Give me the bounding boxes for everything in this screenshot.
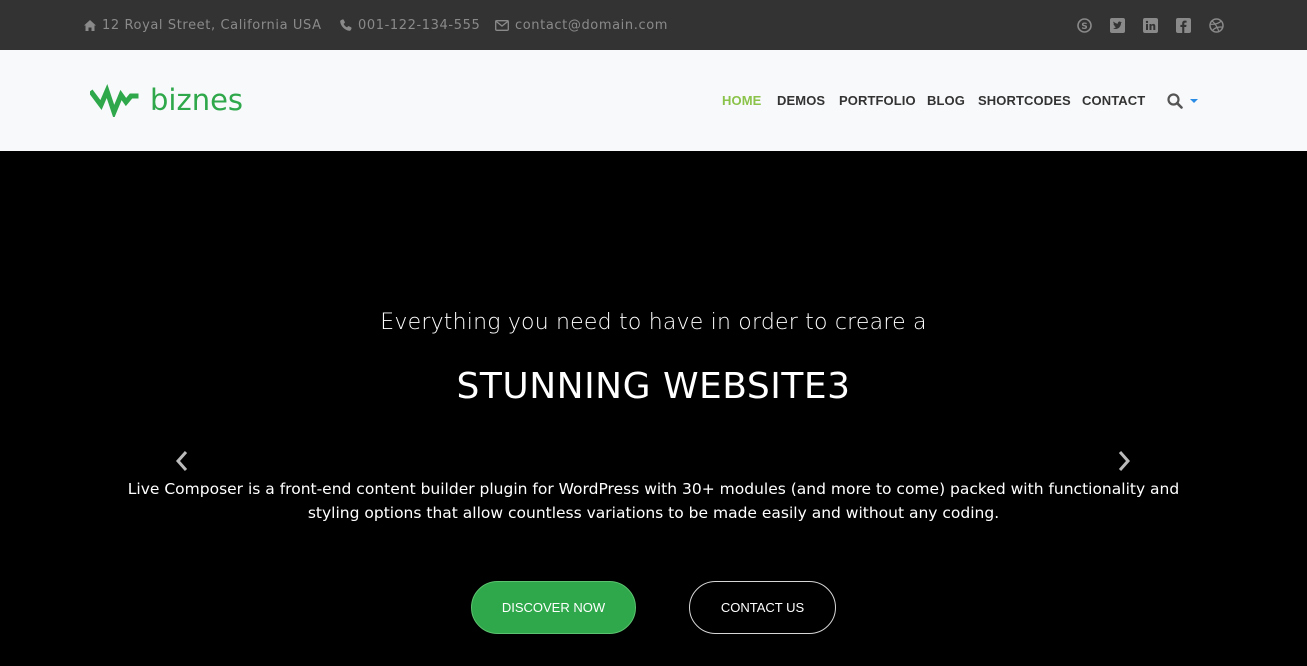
- phone-icon: [340, 19, 352, 31]
- dribbble-icon[interactable]: [1208, 17, 1224, 33]
- nav-demos[interactable]: DEMOS: [777, 50, 825, 151]
- site-logo[interactable]: biznes: [90, 80, 243, 120]
- hero-description: Live Composer is a front-end content bui…: [127, 480, 1180, 522]
- search-icon: [1167, 93, 1183, 109]
- chevron-left-icon: [175, 451, 188, 471]
- address-info: 12 Royal Street, California USA: [84, 0, 322, 50]
- facebook-icon[interactable]: [1175, 17, 1191, 33]
- twitter-icon[interactable]: [1109, 17, 1125, 33]
- email-info[interactable]: contact@domain.com: [495, 0, 668, 50]
- linkedin-icon[interactable]: [1142, 17, 1158, 33]
- phone-info: 001-122-134-555: [340, 0, 480, 50]
- main-header: biznes HOME DEMOS PORTFOLIO BLOG SHORTCO…: [0, 50, 1307, 151]
- email-text[interactable]: contact@domain.com: [515, 18, 668, 33]
- nav-contact[interactable]: CONTACT: [1082, 50, 1145, 151]
- caret-down-icon: [1190, 99, 1198, 103]
- hero-title: STUNNING WEBSITE3: [456, 366, 851, 407]
- logo-text: biznes: [150, 82, 244, 117]
- nav-portfolio[interactable]: PORTFOLIO: [839, 50, 916, 151]
- svg-text:S: S: [1081, 22, 1087, 32]
- topbar: 12 Royal Street, California USA 001-122-…: [0, 0, 1307, 50]
- home-icon: [84, 19, 96, 31]
- hero-slider: Everything you need to have in order to …: [0, 151, 1307, 666]
- contact-us-button[interactable]: CONTACT US: [689, 581, 836, 634]
- phone-text: 001-122-134-555: [358, 17, 481, 33]
- discover-now-button[interactable]: DISCOVER NOW: [471, 581, 636, 634]
- slider-next-arrow[interactable]: [1114, 449, 1134, 473]
- address-text: 12 Royal Street, California USA: [102, 17, 322, 33]
- nav-shortcodes[interactable]: SHORTCODES: [978, 50, 1071, 151]
- search-toggle[interactable]: [1167, 91, 1199, 111]
- skype-icon[interactable]: S: [1076, 17, 1092, 33]
- nav-home[interactable]: HOME: [722, 50, 761, 151]
- envelope-icon: [495, 19, 509, 31]
- slider-prev-arrow[interactable]: [172, 449, 192, 473]
- nav-blog[interactable]: BLOG: [927, 50, 965, 151]
- logo-pulse-icon: [90, 83, 139, 117]
- hero-pretitle: Everything you need to have in order to …: [380, 310, 927, 335]
- chevron-right-icon: [1118, 451, 1131, 471]
